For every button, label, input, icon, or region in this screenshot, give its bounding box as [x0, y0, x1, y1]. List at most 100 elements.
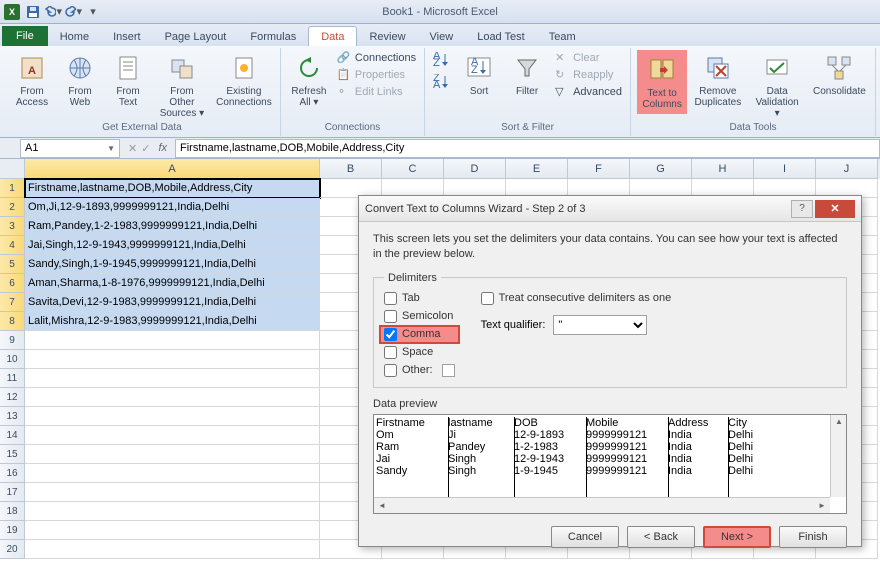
cell[interactable] [25, 483, 320, 502]
row-header[interactable]: 18 [0, 502, 25, 521]
cell[interactable]: Aman,Sharma,1-8-1976,9999999121,India,De… [25, 274, 320, 293]
col-header-I[interactable]: I [754, 159, 816, 179]
tab-insert[interactable]: Insert [101, 27, 153, 46]
cell[interactable]: Ram,Pandey,1-2-1983,9999999121,India,Del… [25, 217, 320, 236]
col-header-G[interactable]: G [630, 159, 692, 179]
tab-home[interactable]: Home [48, 27, 101, 46]
comma-checkbox[interactable]: Comma [379, 325, 460, 344]
preview-scroll-h[interactable]: ◄► [374, 497, 830, 513]
cell[interactable] [25, 540, 320, 559]
cell[interactable]: Sandy,Singh,1-9-1945,9999999121,India,De… [25, 255, 320, 274]
tab-team[interactable]: Team [537, 27, 588, 46]
text-to-columns-button[interactable]: Text to Columns [637, 50, 687, 114]
tab-loadtest[interactable]: Load Test [465, 27, 537, 46]
cell[interactable] [25, 388, 320, 407]
connections-link[interactable]: 🔗Connections [335, 50, 418, 66]
col-header-J[interactable]: J [816, 159, 878, 179]
cell[interactable] [25, 502, 320, 521]
col-header-F[interactable]: F [568, 159, 630, 179]
tab-formulas[interactable]: Formulas [238, 27, 308, 46]
col-header-A[interactable]: A [25, 159, 320, 179]
space-checkbox[interactable]: Space [384, 346, 455, 359]
remove-duplicates-button[interactable]: Remove Duplicates [691, 50, 744, 110]
row-header[interactable]: 11 [0, 369, 25, 388]
row-header[interactable]: 14 [0, 426, 25, 445]
cell[interactable]: Firstname,lastname,DOB,Mobile,Address,Ci… [25, 179, 320, 198]
sort-desc-button[interactable]: ZA [431, 72, 453, 92]
row-header[interactable]: 17 [0, 483, 25, 502]
col-header-D[interactable]: D [444, 159, 506, 179]
from-access-button[interactable]: AFrom Access [10, 50, 54, 110]
undo-icon[interactable]: ▾ [44, 3, 62, 21]
help-button[interactable]: ? [791, 200, 813, 218]
col-header-E[interactable]: E [506, 159, 568, 179]
sort-button[interactable]: AZSort [457, 50, 501, 99]
row-header[interactable]: 8 [0, 312, 25, 331]
row-header[interactable]: 20 [0, 540, 25, 559]
tab-data[interactable]: Data [308, 26, 357, 46]
formula-bar[interactable]: Firstname,lastname,DOB,Mobile,Address,Ci… [175, 139, 880, 158]
cell[interactable] [25, 407, 320, 426]
row-header[interactable]: 3 [0, 217, 25, 236]
cell[interactable] [25, 426, 320, 445]
cell[interactable]: Lalit,Mishra,12-9-1983,9999999121,India,… [25, 312, 320, 331]
cell[interactable]: Jai,Singh,12-9-1943,9999999121,India,Del… [25, 236, 320, 255]
row-header[interactable]: 4 [0, 236, 25, 255]
reapply-button[interactable]: ↻Reapply [553, 67, 624, 83]
treat-consecutive-checkbox[interactable]: Treat consecutive delimiters as one [481, 292, 672, 305]
next-button[interactable]: Next > [703, 526, 771, 548]
row-header[interactable]: 6 [0, 274, 25, 293]
other-checkbox[interactable]: Other: [384, 364, 455, 377]
enter-formula-icon[interactable]: ✓ [141, 142, 150, 155]
cell[interactable] [25, 521, 320, 540]
tab-pagelayout[interactable]: Page Layout [153, 27, 239, 46]
consolidate-button[interactable]: Consolidate [810, 50, 869, 99]
properties-link[interactable]: 📋Properties [335, 67, 418, 83]
tab-review[interactable]: Review [357, 27, 417, 46]
row-header[interactable]: 1 [0, 179, 25, 198]
preview-scroll-v[interactable]: ▲ [830, 415, 846, 497]
fx-icon[interactable]: fx [158, 142, 167, 154]
select-all-corner[interactable] [0, 159, 25, 179]
filter-button[interactable]: Filter [505, 50, 549, 99]
cell[interactable] [25, 369, 320, 388]
sort-asc-button[interactable]: AZ [431, 50, 453, 70]
other-delim-input[interactable] [442, 364, 455, 377]
data-validation-button[interactable]: Data Validation ▾ [748, 50, 805, 121]
from-text-button[interactable]: From Text [106, 50, 150, 110]
finish-button[interactable]: Finish [779, 526, 847, 548]
row-header[interactable]: 15 [0, 445, 25, 464]
col-header-C[interactable]: C [382, 159, 444, 179]
cell[interactable] [25, 331, 320, 350]
col-header-H[interactable]: H [692, 159, 754, 179]
back-button[interactable]: < Back [627, 526, 695, 548]
row-header[interactable]: 5 [0, 255, 25, 274]
close-button[interactable]: ✕ [815, 200, 855, 218]
cell[interactable] [25, 445, 320, 464]
cell[interactable]: Om,Ji,12-9-1893,9999999121,India,Delhi [25, 198, 320, 217]
cell[interactable]: Savita,Devi,12-9-1983,9999999121,India,D… [25, 293, 320, 312]
edit-links-link[interactable]: ⚬Edit Links [335, 84, 418, 100]
row-header[interactable]: 7 [0, 293, 25, 312]
tab-view[interactable]: View [418, 27, 466, 46]
cell[interactable] [25, 464, 320, 483]
cancel-formula-icon[interactable]: ✕ [128, 142, 137, 155]
tab-file[interactable]: File [2, 26, 48, 46]
row-header[interactable]: 19 [0, 521, 25, 540]
clear-button[interactable]: ✕Clear [553, 50, 624, 66]
from-web-button[interactable]: From Web [58, 50, 102, 110]
cell[interactable] [25, 350, 320, 369]
row-header[interactable]: 2 [0, 198, 25, 217]
refresh-all-button[interactable]: Refresh All ▾ [287, 50, 331, 110]
redo-icon[interactable]: ▾ [64, 3, 82, 21]
col-header-B[interactable]: B [320, 159, 382, 179]
save-icon[interactable] [24, 3, 42, 21]
qat-dropdown-icon[interactable]: ▾ [84, 3, 102, 21]
tab-checkbox[interactable]: Tab [384, 292, 455, 305]
row-header[interactable]: 16 [0, 464, 25, 483]
row-header[interactable]: 9 [0, 331, 25, 350]
dialog-title-bar[interactable]: Convert Text to Columns Wizard - Step 2 … [359, 196, 861, 222]
row-header[interactable]: 13 [0, 407, 25, 426]
advanced-button[interactable]: ▽Advanced [553, 84, 624, 100]
text-qualifier-select[interactable]: " [553, 315, 647, 335]
